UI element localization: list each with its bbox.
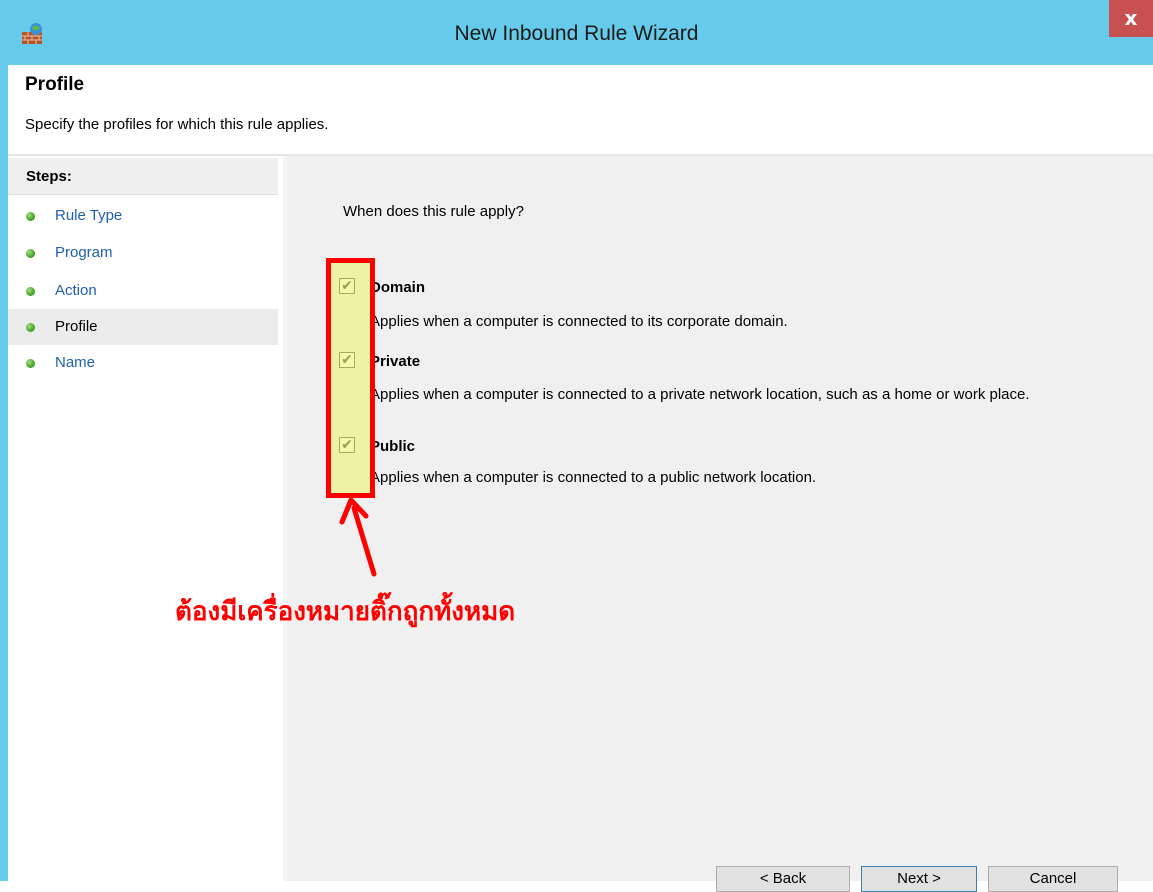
domain-description: Applies when a computer is connected to … [370,313,788,330]
step-label: Action [55,282,97,299]
next-button[interactable]: Next > [861,866,977,892]
steps-title: Steps: [26,168,72,185]
step-action[interactable]: Action [8,273,278,309]
page-title: Profile [25,74,85,95]
step-label: Name [55,354,96,371]
wizard-header [8,65,1153,155]
step-label: Program [55,244,113,261]
close-button[interactable]: x [1109,0,1153,37]
window-title: New Inbound Rule Wizard [454,22,699,45]
annotation-text: ต้องมีเครื่องหมายติ๊กถูกทั้งหมด [175,597,516,627]
cancel-button[interactable]: Cancel [988,866,1118,892]
step-status-icon [26,212,35,221]
private-label: Private [370,353,421,370]
public-label: Public [370,438,416,455]
private-description: Applies when a computer is connected to … [370,386,1030,403]
back-button[interactable]: < Back [716,866,850,892]
step-status-icon [26,359,35,368]
step-label: Rule Type [55,207,123,224]
step-rule-type[interactable]: Rule Type [8,198,278,234]
window-frame-left [0,65,8,881]
public-description: Applies when a computer is connected to … [370,469,817,486]
step-label: Profile [55,318,98,335]
step-status-icon [26,249,35,258]
step-status-icon [26,323,35,332]
main-panel [287,156,1153,881]
annotation-arrow-icon [339,497,377,577]
page-subtitle: Specify the profiles for which this rule… [25,116,329,133]
title-bar: New Inbound Rule Wizard x [0,0,1153,65]
step-profile[interactable]: Profile [8,309,278,345]
step-status-icon [26,287,35,296]
annotation-highlight-box [326,258,375,498]
question-text: When does this rule apply? [343,203,524,220]
steps-header: Steps: [8,158,278,195]
domain-label: Domain [370,279,426,296]
step-program[interactable]: Program [8,235,278,271]
step-name[interactable]: Name [8,345,278,381]
